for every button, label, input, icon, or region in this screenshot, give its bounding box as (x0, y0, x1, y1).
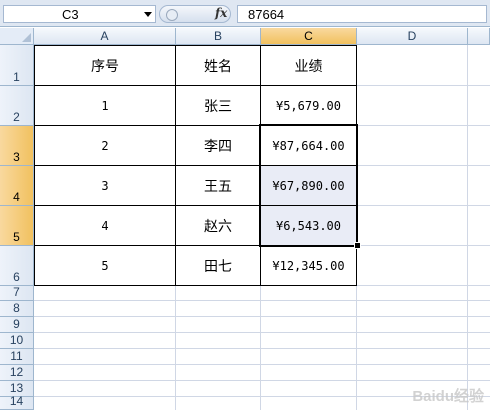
name-box-value: C3 (62, 7, 79, 22)
cell-a3[interactable]: 2 (35, 126, 175, 166)
formula-input[interactable]: 87664 (237, 5, 487, 23)
cell-c1[interactable]: 业绩 (261, 46, 356, 86)
row-header-5[interactable]: 5 (0, 206, 34, 246)
cell-c5[interactable]: ¥6,543.00 (261, 206, 356, 246)
cell-b1[interactable]: 姓名 (176, 46, 260, 86)
column-header-d[interactable]: D (357, 28, 468, 45)
cell-b5[interactable]: 赵六 (176, 206, 260, 246)
row-header-1[interactable]: 1 (0, 45, 34, 86)
cell-b6[interactable]: 田七 (176, 246, 260, 286)
select-all-icon (22, 33, 31, 42)
name-box[interactable]: C3 (3, 5, 156, 23)
column-header-e[interactable] (468, 28, 490, 45)
row-header-2[interactable]: 2 (0, 86, 34, 126)
cell-a1[interactable]: 序号 (35, 46, 175, 86)
insert-function-icon[interactable]: fx (215, 6, 227, 20)
row-header-12[interactable]: 12 (0, 365, 34, 381)
row-header-7[interactable]: 7 (0, 285, 34, 301)
row-header-14[interactable]: 14 (0, 394, 34, 410)
cell-b3[interactable]: 李四 (176, 126, 260, 166)
row-header-8[interactable]: 8 (0, 301, 34, 317)
dropdown-arrow-icon[interactable] (144, 12, 152, 17)
row-header-4[interactable]: 4 (0, 166, 34, 206)
cell-c2[interactable]: ¥5,679.00 (261, 86, 356, 126)
row-header-9[interactable]: 9 (0, 317, 34, 333)
row-header-10[interactable]: 10 (0, 333, 34, 349)
row-header-3[interactable]: 3 (0, 126, 34, 166)
column-header-b[interactable]: B (176, 28, 261, 45)
cell-a4[interactable]: 3 (35, 166, 175, 206)
watermark-logo: Baidu经验 (412, 388, 484, 405)
formula-bar-grip[interactable]: fx (159, 5, 231, 23)
column-header-a[interactable]: A (34, 28, 176, 45)
fill-handle[interactable] (354, 242, 361, 249)
row-header-11[interactable]: 11 (0, 349, 34, 365)
formula-input-value: 87664 (248, 7, 285, 22)
cell-c3-active[interactable]: ¥87,664.00 (261, 126, 356, 166)
cell-a6[interactable]: 5 (35, 246, 175, 286)
formula-bar: C3 fx 87664 (0, 0, 490, 27)
cell-c4[interactable]: ¥67,890.00 (261, 166, 356, 206)
cell-a2[interactable]: 1 (35, 86, 175, 126)
row-header-6[interactable]: 6 (0, 246, 34, 286)
cell-c6[interactable]: ¥12,345.00 (261, 246, 356, 286)
select-all-button[interactable] (0, 28, 34, 45)
column-header-c[interactable]: C (261, 28, 357, 45)
cell-a5[interactable]: 4 (35, 206, 175, 246)
resize-handle-icon[interactable] (166, 9, 178, 21)
cell-b2[interactable]: 张三 (176, 86, 260, 126)
cell-b4[interactable]: 王五 (176, 166, 260, 206)
